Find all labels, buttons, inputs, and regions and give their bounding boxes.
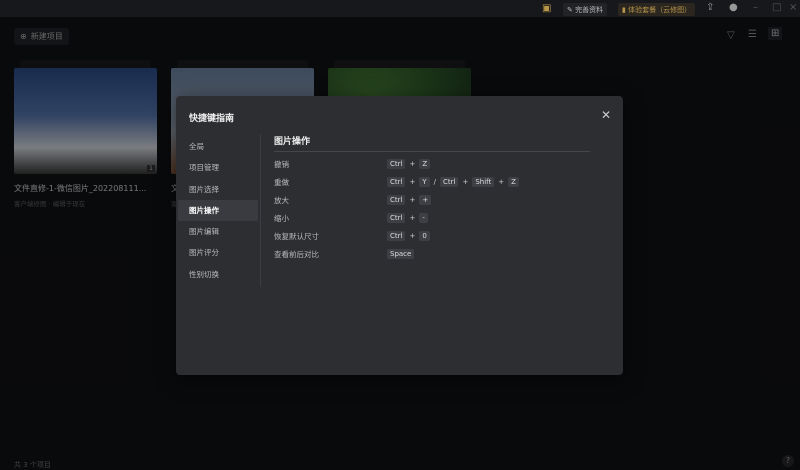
plus-separator: + bbox=[409, 214, 416, 222]
user-icon[interactable]: ● bbox=[729, 2, 738, 13]
shortcut-label: 放大 bbox=[274, 195, 289, 205]
close-icon[interactable]: ✕ bbox=[601, 108, 611, 122]
trial-plan-button[interactable]: ▮ 体验套餐（云修图） bbox=[618, 3, 696, 16]
plus-separator: + bbox=[409, 160, 416, 168]
nav-item-global[interactable]: 全局 bbox=[178, 136, 258, 157]
nav-item-image-rating[interactable]: 图片评分 bbox=[178, 242, 258, 263]
plus-separator: + bbox=[498, 178, 505, 186]
minimize-icon[interactable]: – bbox=[753, 2, 758, 13]
close-window-icon[interactable]: × bbox=[789, 2, 797, 13]
plus-separator: + bbox=[462, 178, 469, 186]
key-cap: - bbox=[419, 213, 428, 223]
shortcut-row: 缩小 Ctrl + - bbox=[274, 209, 590, 227]
shortcut-row: 查看前后对比 Space bbox=[274, 245, 590, 263]
alternative-separator: / bbox=[433, 178, 436, 186]
key-cap: Y bbox=[419, 177, 430, 187]
shortcut-row: 重做 Ctrl + Y / Ctrl + Shift + Z bbox=[274, 173, 590, 191]
key-cap: Z bbox=[508, 177, 519, 187]
gift-icon[interactable]: ▣ bbox=[542, 3, 551, 14]
nav-item-gender-switch[interactable]: 性别切换 bbox=[178, 264, 258, 285]
nav-item-project-management[interactable]: 项目管理 bbox=[178, 157, 258, 178]
package-icon: ▮ bbox=[622, 5, 626, 14]
key-cap: Z bbox=[419, 159, 431, 169]
divider bbox=[260, 134, 261, 287]
shortcut-category-nav: 全局 项目管理 图片选择 图片操作 图片编辑 图片评分 性别切换 bbox=[178, 136, 258, 285]
top-bar: ▣ ✎ 完善资料 ▮ 体验套餐（云修图） ⇪ ● – □ × bbox=[0, 0, 800, 18]
shortcut-row: 放大 Ctrl + + bbox=[274, 191, 590, 209]
maximize-icon[interactable]: □ bbox=[772, 2, 781, 13]
shortcut-label: 撤销 bbox=[274, 159, 289, 169]
shortcut-label: 恢复默认尺寸 bbox=[274, 231, 319, 241]
share-icon[interactable]: ⇪ bbox=[706, 2, 714, 13]
nav-item-image-editing[interactable]: 图片编辑 bbox=[178, 221, 258, 242]
shortcut-list: 图片操作 撤销 Ctrl + Z 重做 Ctrl + Y / Ctrl + Shift + Z 放大 Ctrl… bbox=[274, 134, 590, 263]
complete-profile-button[interactable]: ✎ 完善资料 bbox=[563, 3, 608, 16]
key-cap: Ctrl bbox=[439, 177, 459, 187]
key-cap: Ctrl bbox=[387, 231, 406, 241]
shortcut-label: 缩小 bbox=[274, 213, 289, 223]
key-cap: Ctrl bbox=[387, 213, 406, 223]
key-cap: + bbox=[419, 195, 432, 205]
key-cap: 0 bbox=[419, 231, 430, 241]
nav-item-image-operation[interactable]: 图片操作 bbox=[178, 199, 258, 222]
pen-icon: ✎ bbox=[567, 5, 573, 14]
shortcut-label: 重做 bbox=[274, 177, 289, 187]
trial-plan-label: 体验套餐（云修图） bbox=[628, 5, 692, 14]
nav-item-image-selection[interactable]: 图片选择 bbox=[178, 179, 258, 200]
key-cap: Ctrl bbox=[387, 177, 406, 187]
plus-separator: + bbox=[409, 196, 416, 204]
key-cap: Ctrl bbox=[387, 195, 406, 205]
complete-profile-label: 完善资料 bbox=[575, 5, 604, 14]
key-cap: Ctrl bbox=[387, 159, 406, 169]
key-cap: Shift bbox=[472, 177, 495, 187]
shortcut-guide-dialog: 快捷键指南 ✕ 全局 项目管理 图片选择 图片操作 图片编辑 图片评分 性别切换… bbox=[176, 96, 623, 375]
shortcut-label: 查看前后对比 bbox=[274, 249, 319, 259]
key-cap: Space bbox=[387, 249, 415, 259]
shortcut-row: 恢复默认尺寸 Ctrl +0 bbox=[274, 227, 590, 245]
plus-separator: + bbox=[409, 232, 416, 240]
shortcut-row: 撤销 Ctrl + Z bbox=[274, 155, 590, 173]
dialog-title: 快捷键指南 bbox=[189, 114, 235, 124]
section-title: 图片操作 bbox=[274, 134, 590, 152]
plus-separator: + bbox=[409, 178, 416, 186]
